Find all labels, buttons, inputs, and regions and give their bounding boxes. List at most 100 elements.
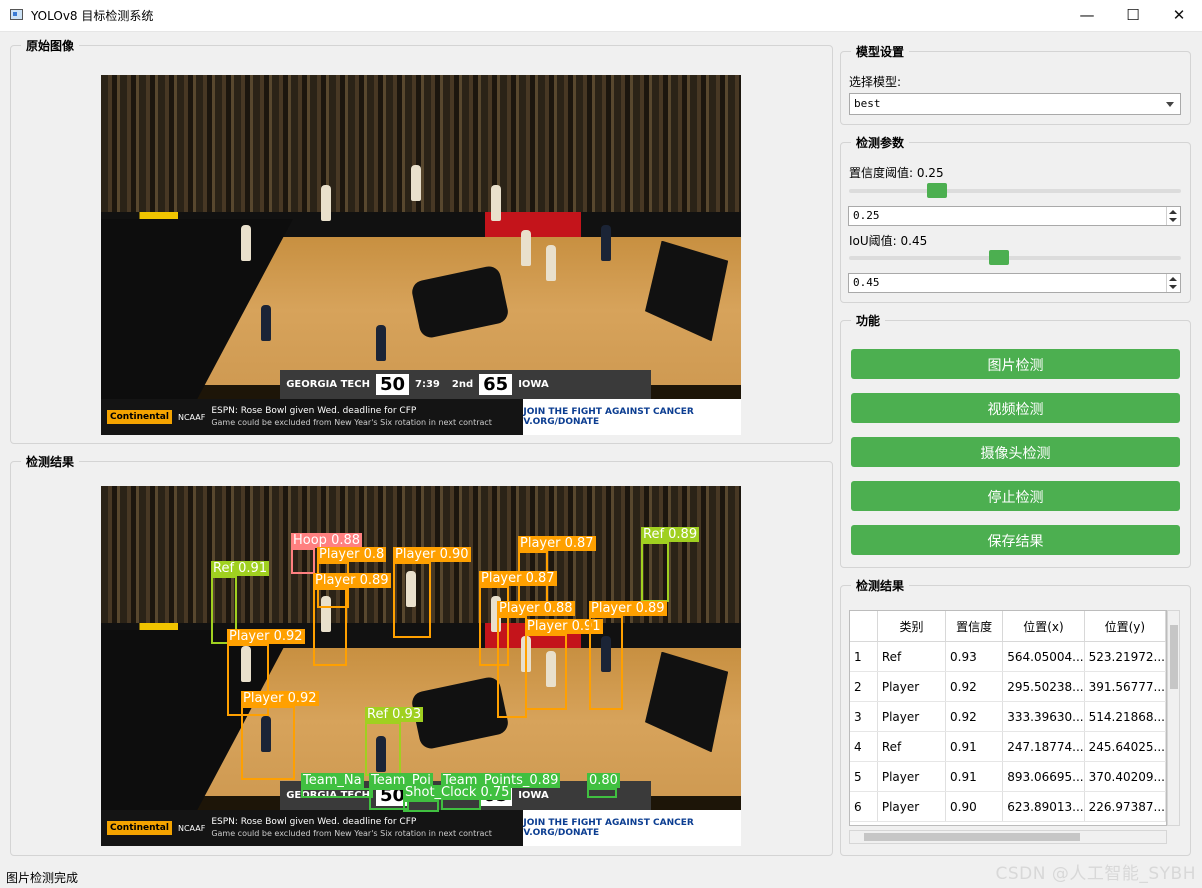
results-table[interactable]: 类别 置信度 位置(x) 位置(y) 1 Ref 0.93 564.05004.…: [849, 610, 1167, 826]
bbox-label: Player 0.87: [479, 571, 557, 586]
table-row[interactable]: 2 Player 0.92 295.50238... 391.56777...: [850, 671, 1166, 702]
title-bar: YOLOv8 目标检测系统 — ☐ ✕: [0, 0, 1202, 32]
column-header-confidence[interactable]: 置信度: [945, 611, 1004, 642]
bbox-label: Team_Na: [301, 773, 364, 788]
table-vertical-scrollbar[interactable]: [1167, 610, 1180, 826]
bbox-player: Player 0.92: [241, 691, 319, 780]
player-figure: [546, 245, 556, 281]
player-figure: [321, 185, 331, 221]
status-bar-text: 图片检测完成: [6, 871, 79, 885]
spin-arrows-icon[interactable]: [1166, 207, 1180, 225]
column-header-x[interactable]: 位置(x): [1002, 611, 1085, 642]
model-select[interactable]: best: [849, 93, 1181, 115]
save-results-button[interactable]: 保存结果: [851, 525, 1180, 555]
stop-detect-button[interactable]: 停止检测: [851, 481, 1180, 511]
bbox-hoop: Hoop 0.88: [291, 533, 363, 574]
scrollbar-thumb[interactable]: [1170, 625, 1178, 689]
home-team: IOWA: [518, 379, 549, 391]
game-clock: 7:39: [415, 379, 440, 391]
bbox-label: Hoop 0.88: [291, 533, 363, 548]
confidence-spinbox[interactable]: 0.25: [848, 206, 1181, 226]
cell-confidence: 0.93: [945, 641, 1004, 672]
cell-x: 564.05004...: [1002, 641, 1085, 672]
iou-spinbox[interactable]: 0.45: [848, 273, 1181, 293]
table-horizontal-scrollbar[interactable]: [849, 830, 1167, 844]
bbox-team-name: 0.80: [587, 773, 620, 798]
table-row[interactable]: 6 Player 0.90 623.89013... 226.97387...: [850, 791, 1166, 822]
bbox-label: Shot_Clock 0.75: [403, 785, 512, 800]
cell-y: 226.97387...: [1084, 791, 1166, 822]
cell-x: 247.18774...: [1002, 731, 1085, 762]
ticker-subline: Game could be excluded from New Year's S…: [211, 418, 492, 427]
ticker-ad: JOIN THE FIGHT AGAINST CANCER V.ORG/DONA…: [523, 399, 741, 435]
camera-detect-button[interactable]: 摄像头检测: [851, 437, 1180, 467]
slider-track: [849, 256, 1181, 260]
home-score: 65: [479, 374, 513, 396]
bbox-ref: Ref 0.93: [365, 707, 424, 776]
bbox-player: Player 0.89: [589, 601, 667, 710]
column-header-class[interactable]: 类别: [877, 611, 947, 642]
table-row[interactable]: 5 Player 0.91 893.06695... 370.40209...: [850, 761, 1166, 792]
cell-y: 370.40209...: [1084, 761, 1166, 792]
ticker-news: ESPN: Rose Bowl given Wed. deadline for …: [211, 406, 523, 428]
cell-y: 391.56777...: [1084, 671, 1166, 702]
cell-x: 623.89013...: [1002, 791, 1085, 822]
results-table-grid: 类别 置信度 位置(x) 位置(y) 1 Ref 0.93 564.05004.…: [850, 611, 1166, 822]
ticker-brand: Continental: [107, 821, 172, 835]
confidence-slider[interactable]: [849, 181, 1181, 201]
watermark: CSDN @人工智能_SYBH: [995, 864, 1196, 884]
slider-track: [849, 189, 1181, 193]
row-number: 3: [850, 701, 878, 732]
scrollbar-thumb[interactable]: [864, 833, 1080, 841]
window-title: YOLOv8 目标检测系统: [31, 9, 154, 23]
table-row[interactable]: 1 Ref 0.93 564.05004... 523.21972...: [850, 641, 1166, 672]
table-row[interactable]: 3 Player 0.92 333.39630... 514.21868...: [850, 701, 1166, 732]
bbox-label: 0.80: [587, 773, 620, 788]
cell-x: 295.50238...: [1002, 671, 1085, 702]
player-figure: [601, 225, 611, 261]
ticker-league: NCAAF: [177, 412, 206, 422]
cell-class: Player: [877, 791, 947, 822]
bbox-label: Player 0.89: [589, 601, 667, 616]
image-detect-button[interactable]: 图片检测: [851, 349, 1180, 379]
cell-confidence: 0.90: [945, 791, 1004, 822]
model-settings-title: 模型设置: [851, 43, 910, 60]
bbox-shot-clock: Shot_Clock 0.75: [403, 785, 512, 812]
cell-confidence: 0.91: [945, 731, 1004, 762]
bbox-player: Player 0.90: [393, 547, 471, 638]
bbox-ref: Ref 0.89: [641, 527, 700, 602]
row-number: 6: [850, 791, 878, 822]
ticker-league: NCAAF: [177, 823, 206, 833]
scoreboard: GEORGIA TECH 50 7:39 2nd 65 IOWA: [280, 370, 652, 399]
detection-params-title: 检测参数: [851, 134, 910, 151]
column-header-y[interactable]: 位置(y): [1084, 611, 1166, 642]
maximize-button[interactable]: ☐: [1110, 0, 1156, 31]
cell-x: 333.39630...: [1002, 701, 1085, 732]
home-team: IOWA: [518, 790, 549, 802]
bbox-label: Player 0.89: [313, 573, 391, 588]
iou-slider[interactable]: [849, 248, 1181, 268]
slider-handle[interactable]: [989, 250, 1009, 265]
row-number: 1: [850, 641, 878, 672]
table-row[interactable]: 4 Ref 0.91 247.18774... 245.64025...: [850, 731, 1166, 762]
player-figure: [241, 225, 251, 261]
ticker-ad: JOIN THE FIGHT AGAINST CANCER V.ORG/DONA…: [523, 810, 741, 846]
cell-confidence: 0.91: [945, 761, 1004, 792]
cell-y: 245.64025...: [1084, 731, 1166, 762]
result-image-title: 检测结果: [21, 453, 80, 470]
cell-class: Player: [877, 701, 947, 732]
ticker-headline: ESPN: Rose Bowl given Wed. deadline for …: [211, 406, 417, 416]
minimize-button[interactable]: —: [1064, 0, 1110, 31]
referee-figure: [376, 325, 386, 361]
close-button[interactable]: ✕: [1156, 0, 1202, 31]
slider-handle[interactable]: [927, 183, 947, 198]
crowd: [101, 75, 741, 227]
bbox-player: Player 0.89: [313, 573, 391, 666]
spin-arrows-icon[interactable]: [1166, 274, 1180, 292]
player-figure: [261, 305, 271, 341]
away-team: GEORGIA TECH: [286, 379, 370, 391]
cell-class: Ref: [877, 641, 947, 672]
row-number: 2: [850, 671, 878, 702]
video-detect-button[interactable]: 视频检测: [851, 393, 1180, 423]
bbox-label: Player 0.92: [227, 629, 305, 644]
